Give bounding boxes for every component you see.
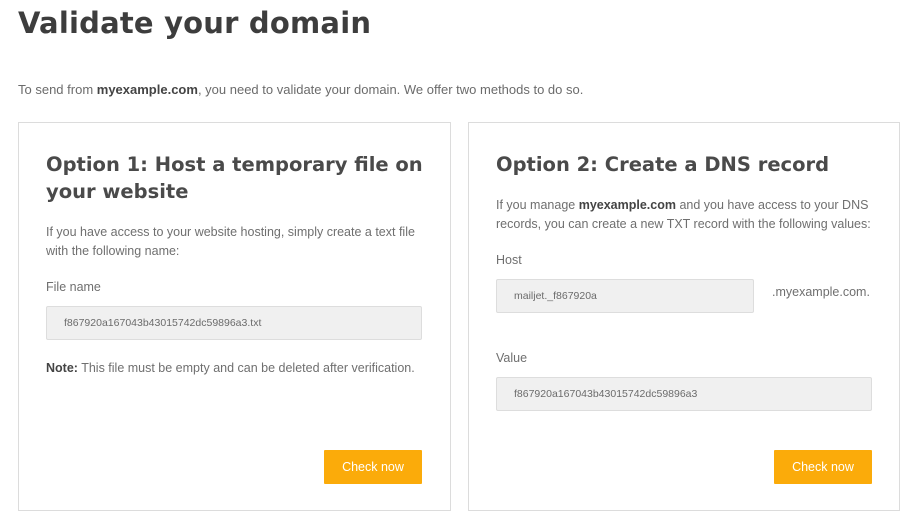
note-text: This file must be empty and can be delet…	[77, 361, 415, 375]
host-label: Host	[496, 253, 522, 267]
intro-prefix: To send from	[18, 82, 97, 97]
option1-note: Note: This file must be empty and can be…	[46, 361, 415, 375]
host-field[interactable]: mailjet._f867920a	[496, 279, 754, 313]
option1-title: Option 1: Host a temporary file on your …	[46, 153, 423, 203]
intro-suffix: , you need to validate your domain. We o…	[197, 82, 584, 97]
option2-title: Option 2: Create a DNS record	[496, 153, 830, 176]
option1-description: If you have access to your website hosti…	[46, 225, 415, 258]
option2-description: If you manage myexample.com and you have…	[496, 196, 881, 234]
option1-check-now-button[interactable]: Check now	[324, 450, 422, 484]
value-field[interactable]: f867920a167043b43015742dc59896a3	[496, 377, 872, 411]
option2-desc-prefix: If you manage	[496, 198, 579, 212]
value-label: Value	[496, 351, 528, 365]
file-name-label: File name	[46, 280, 101, 294]
option1-card: Option 1: Host a temporary file on your …	[18, 122, 451, 511]
option2-card: Option 2: Create a DNS record If you man…	[468, 122, 900, 511]
host-domain-suffix: .myexample.com.	[772, 285, 870, 299]
option2-desc-domain: myexample.com	[578, 198, 676, 212]
note-label: Note:	[46, 361, 78, 375]
option2-check-now-button[interactable]: Check now	[774, 450, 872, 484]
file-name-field[interactable]: f867920a167043b43015742dc59896a3.txt	[46, 306, 422, 340]
page-title: Validate your domain	[18, 6, 372, 40]
intro-text: To send from myexample.com, you need to …	[18, 82, 583, 97]
intro-domain: myexample.com	[96, 82, 198, 97]
